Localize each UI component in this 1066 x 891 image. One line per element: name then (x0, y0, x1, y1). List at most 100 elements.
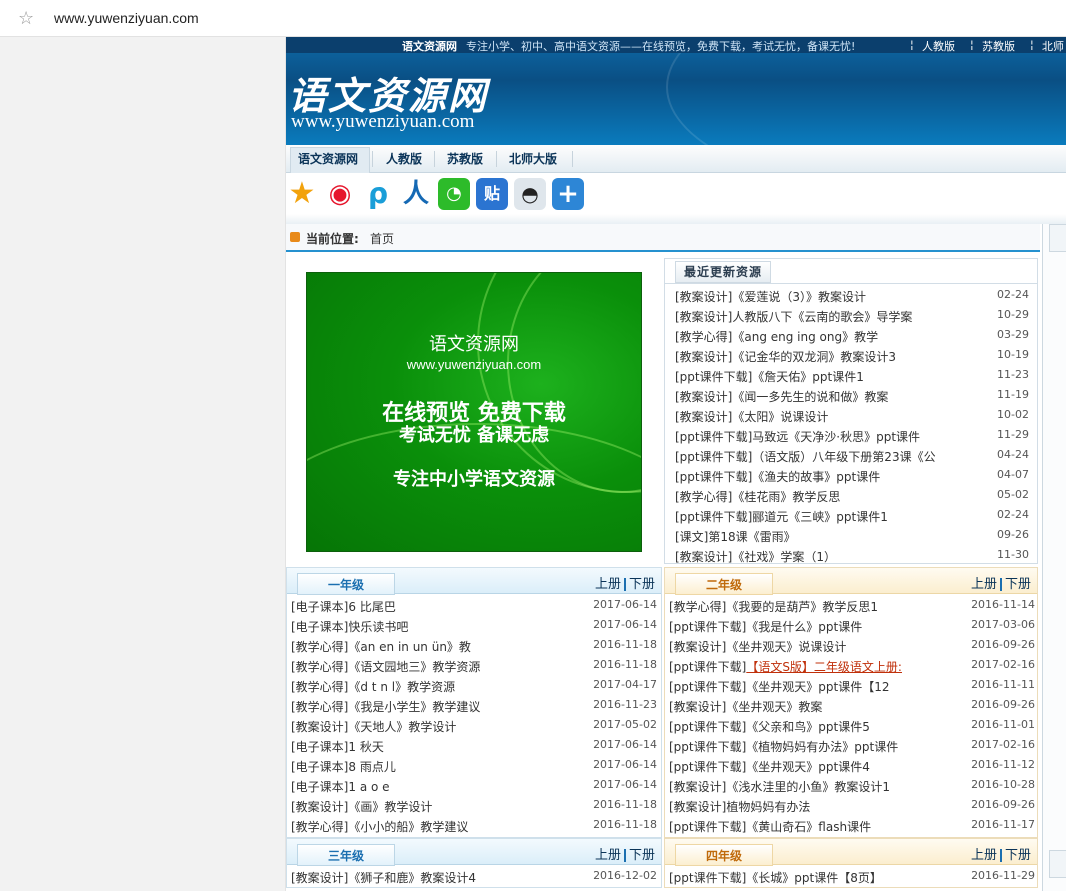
grade2-vol-down[interactable]: 下册 (1005, 577, 1031, 592)
list-item-title[interactable]: [ppt课件下载]《坐井观天》ppt课件4 (669, 758, 969, 775)
breadcrumb-current[interactable]: 首页 (370, 230, 394, 247)
grade1-vol-down[interactable]: 下册 (629, 577, 655, 592)
list-item[interactable]: [教学心得]《ang eng ing ong》教学 03-29 (675, 325, 1029, 345)
list-item[interactable]: [教学心得]《an en in un ün》教 2016-11-18 (291, 635, 657, 655)
list-item-title[interactable]: [ppt课件下载]《黄山奇石》flash课件 (669, 818, 969, 835)
grade2-tab[interactable]: 二年级 (675, 573, 773, 595)
nav-item-sujiao[interactable]: 苏教版 (447, 150, 483, 167)
list-item[interactable]: [教案设计]《画》教学设计 2016-11-18 (291, 795, 657, 815)
tieba-icon[interactable]: 贴 (476, 178, 508, 210)
list-item-title[interactable]: [ppt课件下载]郦道元《三峡》ppt课件1 (675, 508, 965, 525)
list-item[interactable]: [教案设计]植物妈妈有办法 2016-09-26 (669, 795, 1035, 815)
grade4-vol-down[interactable]: 下册 (1005, 848, 1031, 863)
grade4-vol-up[interactable]: 上册 (971, 848, 997, 863)
list-item[interactable]: [ppt课件下载]《我是什么》ppt课件 2017-03-06 (669, 615, 1035, 635)
more-icon[interactable]: + (552, 178, 584, 210)
wechat-icon[interactable]: ◔ (438, 178, 470, 210)
list-item-title[interactable]: [ppt课件下载]【语文S版】二年级语文上册: (669, 658, 969, 675)
list-item-title[interactable]: [电子课本]1 秋天 (291, 738, 591, 755)
list-item-title[interactable]: [ppt课件下载]马致远《天净沙·秋思》ppt课件 (675, 428, 965, 445)
list-item-title[interactable]: [ppt课件下载]《詹天佑》ppt课件1 (675, 368, 965, 385)
star-icon[interactable]: ☆ (18, 8, 34, 29)
list-item[interactable]: [课文]第18课《雷雨》 09-26 (675, 525, 1029, 545)
list-item-title[interactable]: [教学心得]《小小的船》教学建议 (291, 818, 591, 835)
list-item[interactable]: [教学心得]《语文园地三》教学资源 2016-11-18 (291, 655, 657, 675)
list-item-title[interactable]: [教案设计]《画》教学设计 (291, 798, 591, 815)
address-bar[interactable]: ☆ www.yuwenziyuan.com (0, 0, 1066, 37)
grade3-vol-up[interactable]: 上册 (595, 848, 621, 863)
list-item[interactable]: [ppt课件下载]《渔夫的故事》ppt课件 04-07 (675, 465, 1029, 485)
list-item-title[interactable]: [ppt课件下载]《父亲和鸟》ppt课件5 (669, 718, 969, 735)
list-item-title[interactable]: [教案设计]人教版八下《云南的歌会》导学案 (675, 308, 965, 325)
list-item[interactable]: [电子课本]1 a o e 2017-06-14 (291, 775, 657, 795)
grade4-tab[interactable]: 四年级 (675, 844, 773, 866)
list-item[interactable]: [教案设计]《爱莲说（3）》教案设计 02-24 (675, 285, 1029, 305)
list-item-title[interactable]: [教学心得]《d t n l》教学资源 (291, 678, 591, 695)
list-item-title[interactable]: [教案设计]《天地人》教学设计 (291, 718, 591, 735)
nav-item-renjiao[interactable]: 人教版 (386, 150, 422, 167)
list-item[interactable]: [ppt课件下载]《坐井观天》ppt课件【12 2016-11-11 (669, 675, 1035, 695)
list-item-title[interactable]: [电子课本]快乐读书吧 (291, 618, 591, 635)
list-item-title[interactable]: [教案设计]《坐井观天》说课设计 (669, 638, 969, 655)
grade1-tab[interactable]: 一年级 (297, 573, 395, 595)
list-item-highlight[interactable]: 【语文S版】二年级语文上册: (746, 660, 902, 674)
weibo-icon[interactable]: ◉ (324, 178, 356, 210)
list-item-title[interactable]: [教案设计]《坐井观天》教案 (669, 698, 969, 715)
list-item-title[interactable]: [ppt课件下载]《长城》ppt课件【8页】 (669, 869, 969, 886)
list-item[interactable]: [ppt课件下载]《植物妈妈有办法》ppt课件 2017-02-16 (669, 735, 1035, 755)
list-item[interactable]: [电子课本]8 雨点儿 2017-06-14 (291, 755, 657, 775)
list-item[interactable]: [教案设计]《狮子和鹿》教案设计4 2016-12-02 (291, 866, 657, 886)
url-text[interactable]: www.yuwenziyuan.com (54, 10, 199, 26)
list-item-title[interactable]: [ppt课件下载]《植物妈妈有办法》ppt课件 (669, 738, 969, 755)
list-item[interactable]: [教案设计]《记金华的双龙洞》教案设计3 10-19 (675, 345, 1029, 365)
promo-banner[interactable]: 语文资源网 www.yuwenziyuan.com 在线预览 免费下载 考试无忧… (306, 272, 642, 552)
list-item-title[interactable]: [电子课本]6 比尾巴 (291, 598, 591, 615)
list-item-title[interactable]: [ppt课件下载]（语文版）八年级下册第23课《公 (675, 448, 965, 465)
list-item[interactable]: [教案设计]《浅水洼里的小鱼》教案设计1 2016-10-28 (669, 775, 1035, 795)
list-item[interactable]: [ppt课件下载]《长城》ppt课件【8页】 2016-11-29 (669, 866, 1035, 886)
list-item-title[interactable]: [教案设计]《记金华的双龙洞》教案设计3 (675, 348, 965, 365)
qzone-icon[interactable]: ★ (286, 178, 318, 210)
list-item[interactable]: [ppt课件下载]马致远《天净沙·秋思》ppt课件 11-29 (675, 425, 1029, 445)
qq-icon[interactable]: ◓ (514, 178, 546, 210)
list-item[interactable]: [电子课本]1 秋天 2017-06-14 (291, 735, 657, 755)
list-item[interactable]: [ppt课件下载]【语文S版】二年级语文上册: 2017-02-16 (669, 655, 1035, 675)
list-item-title[interactable]: [教案设计]植物妈妈有办法 (669, 798, 969, 815)
list-item-title[interactable]: [教案设计]《闻一多先生的说和做》教案 (675, 388, 965, 405)
list-item-title[interactable]: [教案设计]《太阳》说课设计 (675, 408, 965, 425)
list-item-title[interactable]: [电子课本]1 a o e (291, 778, 591, 795)
list-item[interactable]: [教学心得]《我要的是葫芦》教学反思1 2016-11-14 (669, 595, 1035, 615)
list-item[interactable]: [教学心得]《d t n l》教学资源 2017-04-17 (291, 675, 657, 695)
nav-item-home[interactable]: 语文资源网 (298, 150, 358, 167)
pengyou-icon[interactable]: ρ (362, 178, 394, 210)
list-item[interactable]: [教案设计]《天地人》教学设计 2017-05-02 (291, 715, 657, 735)
list-item[interactable]: [教案设计]《太阳》说课设计 10-02 (675, 405, 1029, 425)
list-item[interactable]: [教学心得]《桂花雨》教学反思 05-02 (675, 485, 1029, 505)
top-link-sujiao[interactable]: 苏教版 (982, 38, 1015, 53)
list-item[interactable]: [教学心得]《我是小学生》教学建议 2016-11-23 (291, 695, 657, 715)
list-item-title[interactable]: [教案设计]《社戏》学案（1） (675, 548, 965, 565)
list-item-title[interactable]: [教学心得]《我是小学生》教学建议 (291, 698, 591, 715)
top-link-renjiao[interactable]: 人教版 (922, 38, 955, 53)
list-item[interactable]: [ppt课件下载]《詹天佑》ppt课件1 11-23 (675, 365, 1029, 385)
list-item[interactable]: [电子课本]6 比尾巴 2017-06-14 (291, 595, 657, 615)
list-item-title[interactable]: [课文]第18课《雷雨》 (675, 528, 965, 545)
renren-icon[interactable]: 人 (400, 178, 432, 210)
list-item[interactable]: [ppt课件下载]（语文版）八年级下册第23课《公 04-24 (675, 445, 1029, 465)
list-item-title[interactable]: [教学心得]《an en in un ün》教 (291, 638, 591, 655)
list-item[interactable]: [教案设计]《坐井观天》说课设计 2016-09-26 (669, 635, 1035, 655)
list-item-title[interactable]: [ppt课件下载]《我是什么》ppt课件 (669, 618, 969, 635)
list-item-title[interactable]: [教学心得]《ang eng ing ong》教学 (675, 328, 965, 345)
grade3-tab[interactable]: 三年级 (297, 844, 395, 866)
list-item[interactable]: [教案设计]人教版八下《云南的歌会》导学案 10-29 (675, 305, 1029, 325)
list-item[interactable]: [教案设计]《闻一多先生的说和做》教案 11-19 (675, 385, 1029, 405)
list-item[interactable]: [教案设计]《社戏》学案（1） 11-30 (675, 545, 1029, 565)
list-item[interactable]: [教案设计]《坐井观天》教案 2016-09-26 (669, 695, 1035, 715)
nav-item-beishida[interactable]: 北师大版 (509, 150, 557, 167)
list-item-title[interactable]: [教案设计]《爱莲说（3）》教案设计 (675, 288, 965, 305)
list-item-title[interactable]: [教学心得]《语文园地三》教学资源 (291, 658, 591, 675)
grade2-vol-up[interactable]: 上册 (971, 577, 997, 592)
list-item-title[interactable]: [教学心得]《我要的是葫芦》教学反思1 (669, 598, 969, 615)
list-item-title[interactable]: [教学心得]《桂花雨》教学反思 (675, 488, 965, 505)
list-item-title[interactable]: [电子课本]8 雨点儿 (291, 758, 591, 775)
